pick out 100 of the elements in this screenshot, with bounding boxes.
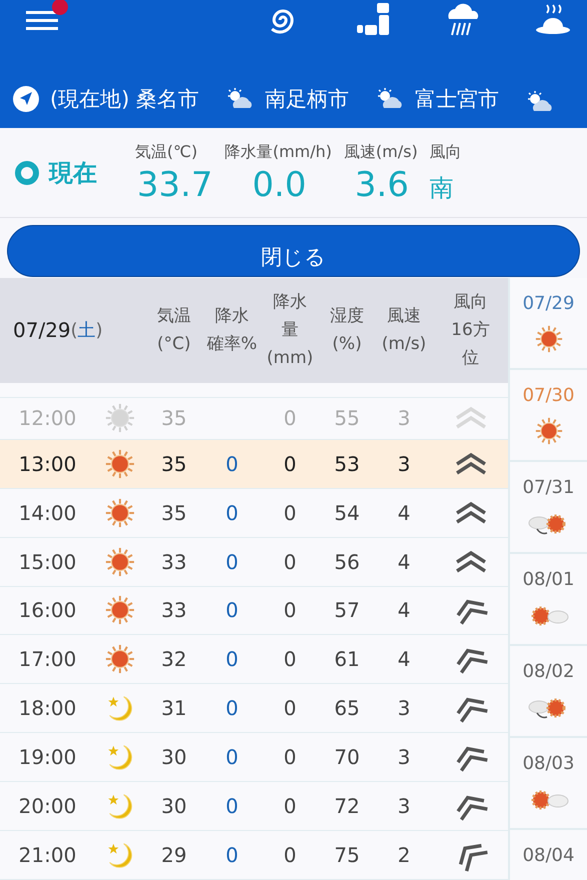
field-value: 南 (430, 172, 455, 204)
day-date: 08/04 (522, 844, 574, 868)
time-cell-text: 16:00 (18, 597, 78, 624)
wind-speed-cell-text: 2 (396, 842, 412, 870)
sun-icon (105, 498, 135, 528)
precipitation-chance-cell-text: 0 (224, 450, 240, 478)
wind-speed-cell-text: 3 (396, 450, 412, 478)
precipitation-chance-cell-text: 0 (224, 842, 240, 870)
wind-direction-icon (454, 500, 488, 526)
rainfall-cell-text: 0 (282, 450, 298, 478)
table-row[interactable]: 14:00 35 0 0 54 4 (0, 488, 508, 538)
day-date: 07/30 (522, 384, 574, 408)
temperature-cell-text: 33 (160, 597, 188, 624)
rainfall-cell-text: 0 (282, 500, 298, 527)
rainfall-cell-text: 0 (282, 842, 298, 870)
temperature-cell-text: 31 (160, 695, 188, 722)
time-cell-text: 21:00 (18, 842, 78, 870)
column-header: 16方 (451, 319, 490, 342)
humidity-cell-text: 56 (333, 548, 361, 576)
column-header: 風向 (454, 291, 488, 314)
temperature-cell-text: 33 (160, 548, 188, 576)
time-cell-text: 18:00 (18, 695, 78, 722)
humidity-cell-text: 75 (333, 842, 361, 870)
temperature-cell-text: 29 (160, 842, 188, 870)
temperature-cell-text: 35 (160, 450, 188, 478)
menu-icon[interactable] (26, 9, 60, 31)
day-tab[interactable]: 08/01 (510, 554, 587, 646)
field-value: 33.7 (136, 164, 213, 206)
field-label: 風速(m/s) (344, 140, 418, 162)
field-value: 0.0 (251, 164, 308, 206)
humidity-cell-text: 54 (333, 500, 361, 527)
day-date: 07/31 (522, 476, 574, 500)
time-cell-text: 13:00 (18, 450, 78, 478)
rainfall-cell-text: 0 (282, 744, 298, 772)
precipitation-chance-cell-text: 0 (224, 793, 240, 820)
sun-icon (105, 595, 135, 626)
day-tab[interactable]: 07/29 (510, 278, 587, 370)
column-header: (%) (332, 333, 362, 356)
field-label: 降水量(mm/h) (224, 140, 332, 162)
day-tab[interactable]: 08/02 (510, 646, 587, 738)
day-tab[interactable]: 08/03 (510, 738, 587, 830)
sun-icon (105, 546, 135, 577)
wind-speed-cell-text: 4 (396, 500, 412, 527)
temperature-cell-text: 30 (160, 793, 188, 820)
table-row[interactable]: 13:00 35 0 0 53 3 (0, 440, 508, 489)
wind-direction-icon (454, 450, 488, 477)
rainfall-cell-text: 0 (282, 793, 298, 820)
ring-icon (14, 160, 40, 186)
precipitation-chance-cell-text: 0 (224, 646, 240, 674)
day-date: 07/29 (522, 292, 574, 316)
close-button[interactable]: 閉じる (7, 225, 580, 277)
city-tab[interactable]: 南足柄市 (225, 84, 350, 114)
precipitation-chance-cell-text: 0 (224, 597, 240, 624)
time-cell-text: 17:00 (18, 646, 78, 674)
column-header: (m/s) (382, 333, 426, 356)
time-cell-text: 12:00 (18, 405, 78, 432)
temperature-cell-text: 35 (160, 500, 188, 527)
humidity-cell-text: 72 (333, 793, 361, 820)
precipitation-chance-cell-text: 0 (224, 548, 240, 576)
precipitation-chance-cell-text: 0 (224, 744, 240, 772)
rainfall-cell-text: 0 (282, 548, 298, 576)
precipitation-chance-cell-text: 0 (224, 695, 240, 722)
field-label: 気温(℃) (135, 140, 198, 162)
wind-speed-cell-text: 3 (396, 793, 412, 820)
column-header: (mm) (266, 347, 314, 370)
time-cell-text: 14:00 (18, 500, 78, 527)
wind-direction-icon (454, 548, 488, 575)
city-tab[interactable]: (現在地) 桑名市 (12, 84, 200, 114)
wind-direction-icon (454, 405, 488, 432)
city-tab[interactable]: 富士宮市 (375, 84, 500, 114)
table-row[interactable]: 16:00 33 0 0 57 4 (0, 586, 508, 636)
wind-speed-cell-text: 3 (396, 695, 412, 722)
temperature-cell-text: 30 (160, 744, 188, 772)
date-label: 07/29 (13, 317, 71, 344)
day-date: 08/01 (522, 568, 574, 592)
column-header: 風速 (387, 305, 421, 328)
rainfall-cell-text: 0 (282, 695, 298, 722)
wind-speed-cell-text: 3 (396, 744, 412, 772)
wind-speed-cell-text: 4 (396, 646, 412, 674)
humidity-cell-text: 61 (333, 646, 361, 674)
column-header: 降水 (273, 291, 307, 314)
humidity-cell-text: 70 (333, 744, 361, 772)
column-header: 湿度 (330, 305, 364, 328)
wind-speed-cell-text: 4 (396, 597, 412, 624)
day-tab[interactable]: 07/31 (510, 462, 587, 554)
rainfall-cell-text: 0 (282, 646, 298, 674)
table-row[interactable]: 15:00 33 0 0 56 4 (0, 538, 508, 586)
precipitation-chance-cell-text: 0 (224, 500, 240, 527)
day-date: 08/02 (522, 660, 574, 684)
sun-icon (105, 644, 135, 674)
sun-icon (534, 417, 562, 445)
day-tab[interactable]: 08/04 (510, 830, 587, 880)
rainfall-cell-text: 0 (282, 405, 298, 432)
humidity-cell-text: 55 (333, 405, 361, 432)
day-date: 08/03 (522, 752, 574, 776)
column-header: 位 (462, 347, 479, 370)
time-cell-text: 15:00 (18, 548, 78, 576)
wind-speed-cell-text: 3 (396, 405, 412, 432)
wind-speed-cell-text: 4 (396, 548, 412, 576)
humidity-cell-text: 53 (333, 450, 361, 478)
